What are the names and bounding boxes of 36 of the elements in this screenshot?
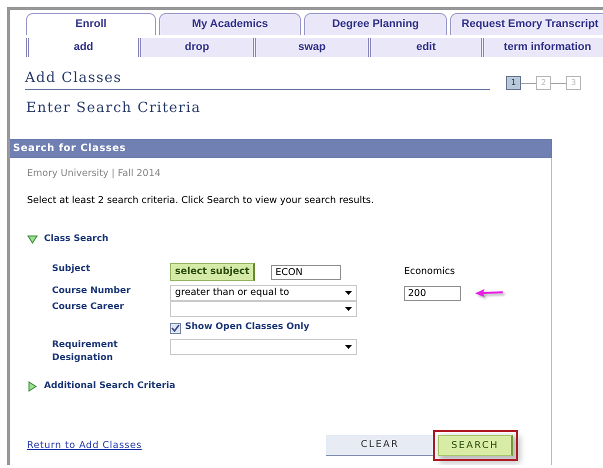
dropdown[interactable]: greater than or equal to [170,285,357,302]
subtab[interactable]: term information [481,38,603,57]
expanded-triangle-icon[interactable] [27,234,38,245]
page-title: Add Classes [25,69,123,88]
caret-icon [345,307,352,312]
checkbox[interactable] [170,322,181,334]
field-label: Course Number [52,285,132,298]
tab[interactable]: My Academics [159,13,301,35]
step-indicator: 3 [566,76,581,90]
subtab[interactable]: edit [368,38,481,57]
subject-description: Economics [404,265,455,279]
section-title: Enter Search Criteria [26,99,202,118]
instructions: Select at least 2 search criteria. Click Search to view your search results. [27,194,374,208]
panel-header: Search for Classes [10,139,552,158]
select-subject-button[interactable]: select subject [170,263,256,282]
subtab[interactable]: swap [253,38,368,57]
section-link[interactable]: Class Search [44,232,108,246]
field-label: Subject [52,263,92,276]
clear-button[interactable]: CLEAR [326,435,434,456]
checkbox-label: Show Open Classes Only [185,321,310,334]
step-indicator: 1 [506,76,521,90]
tab[interactable]: Degree Planning [304,13,447,35]
return-link[interactable]: Return to Add Classes [27,438,142,453]
field-label: Course Career [52,301,125,314]
collapsed-triangle-icon[interactable] [27,381,38,392]
course-number-field[interactable]: 200 [404,286,462,301]
subtab[interactable]: drop [138,38,253,57]
caret-icon [345,291,352,296]
field-label: Requirement Designation [52,338,119,366]
caret-icon [345,344,352,349]
tab[interactable]: Enroll [26,13,156,35]
tab[interactable]: Request Emory Transcript [450,13,603,35]
step-indicator: 2 [536,76,551,90]
section-link[interactable]: Additional Search Criteria [44,380,176,394]
term-label: Emory University | Fall 2014 [27,167,161,181]
subject-field[interactable]: ECON [271,264,342,280]
